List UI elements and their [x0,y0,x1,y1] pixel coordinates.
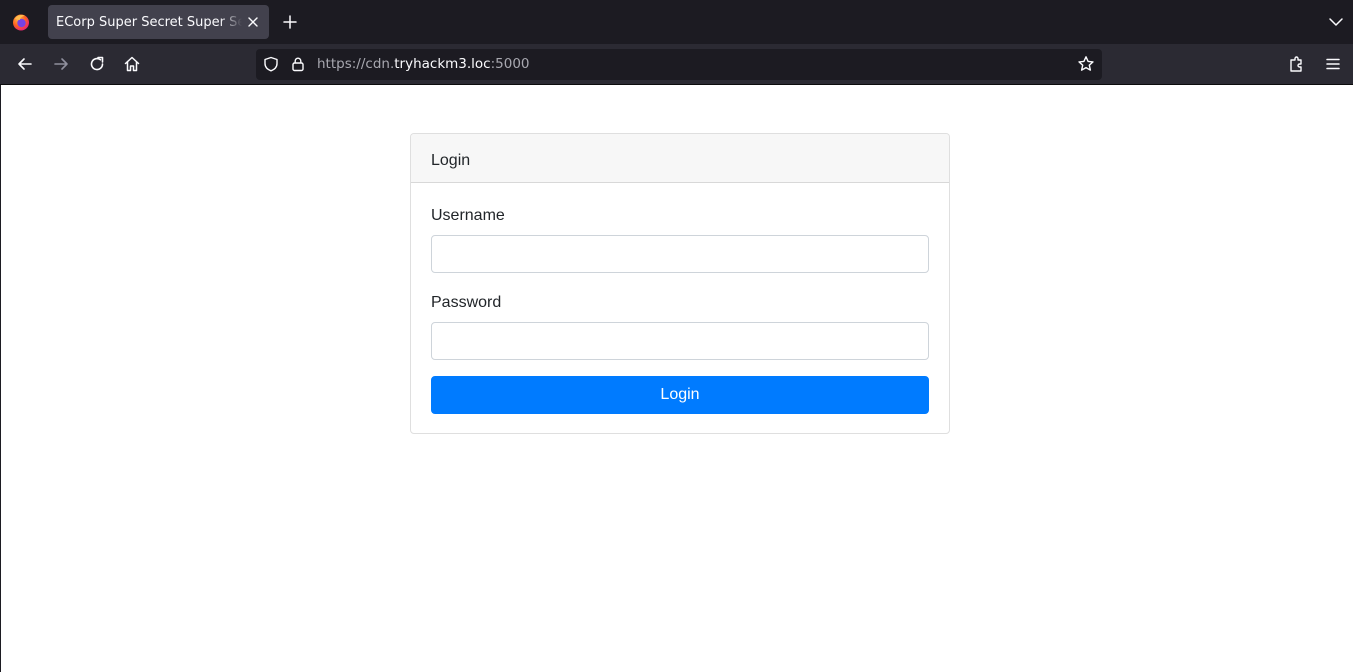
password-label: Password [431,294,502,311]
browser-toolbar: https://cdn.tryhackm3.loc:5000 [0,44,1353,85]
password-input[interactable] [431,322,929,360]
url-prefix: https://cdn. [317,56,395,72]
url-port: :5000 [490,56,530,72]
login-card-header: Login [411,134,949,183]
extensions-puzzle-icon[interactable] [1288,55,1306,73]
firefox-logo-icon[interactable] [12,13,30,31]
login-card-title: Login [431,152,471,169]
hamburger-menu-icon[interactable] [1324,55,1342,73]
tracking-protection-shield-icon[interactable] [263,56,279,72]
page-viewport: Login Username Password Login [0,85,1353,672]
lock-icon[interactable] [290,56,306,72]
back-arrow-icon[interactable] [16,55,34,73]
login-card: Login Username Password Login [410,133,950,434]
close-tab-icon[interactable] [245,14,261,30]
login-button[interactable]: Login [431,376,929,414]
url-host: tryhackm3.loc [394,56,491,72]
home-icon[interactable] [123,55,141,73]
forward-arrow-icon[interactable] [52,55,70,73]
tab-title: ECorp Super Secret Super Secret [56,15,242,30]
bookmark-star-icon[interactable] [1077,55,1095,73]
browser-tab-strip: ECorp Super Secret Super Secret [0,0,1353,44]
login-form: Username Password Login [411,207,949,414]
active-tab[interactable]: ECorp Super Secret Super Secret [48,5,269,39]
address-bar[interactable]: https://cdn.tryhackm3.loc:5000 [256,49,1102,80]
url-text[interactable]: https://cdn.tryhackm3.loc:5000 [317,56,530,72]
username-label: Username [431,207,505,224]
reload-icon[interactable] [88,55,106,73]
username-input[interactable] [431,235,929,273]
new-tab-icon[interactable] [282,14,298,30]
chevron-down-icon[interactable] [1328,14,1344,30]
